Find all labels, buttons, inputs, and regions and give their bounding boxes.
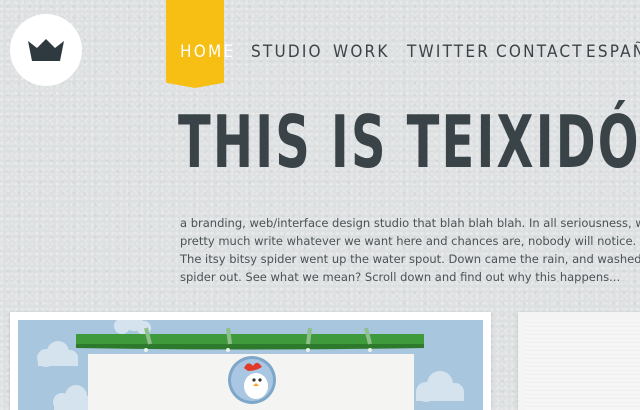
hero-intro: a branding, web/interface design studio … — [180, 214, 640, 286]
hero-title: THIS IS TEIXIDÓ — [178, 100, 640, 184]
shop-illustration: C — [37, 320, 464, 410]
hero-intro-line: a branding, web/interface design studio … — [180, 216, 640, 230]
nav-studio[interactable]: STUDIO — [251, 42, 323, 62]
nav-espanol[interactable]: ESPAÑOL — [586, 42, 640, 62]
chicken-icon — [228, 356, 276, 404]
hero-intro-line: The itsy bitsy spider went up the water … — [180, 252, 640, 266]
portfolio-card[interactable]: C — [10, 312, 491, 410]
hero-intro-line: pretty much write whatever we want here … — [180, 234, 637, 248]
nav-contact[interactable]: CONTACT — [496, 42, 584, 62]
portfolio-card-partial[interactable] — [518, 312, 640, 410]
main-nav: HOME STUDIO WORK TWITTER CONTACT ESPAÑOL — [0, 0, 640, 90]
card-image — [526, 320, 640, 410]
portfolio-illustration: C — [18, 320, 483, 410]
nav-work[interactable]: WORK — [333, 42, 390, 62]
nav-home[interactable]: HOME — [180, 42, 235, 62]
nav-twitter[interactable]: TWITTER — [407, 42, 490, 62]
hero-intro-line: spider out. See what we mean? Scroll dow… — [180, 270, 621, 284]
